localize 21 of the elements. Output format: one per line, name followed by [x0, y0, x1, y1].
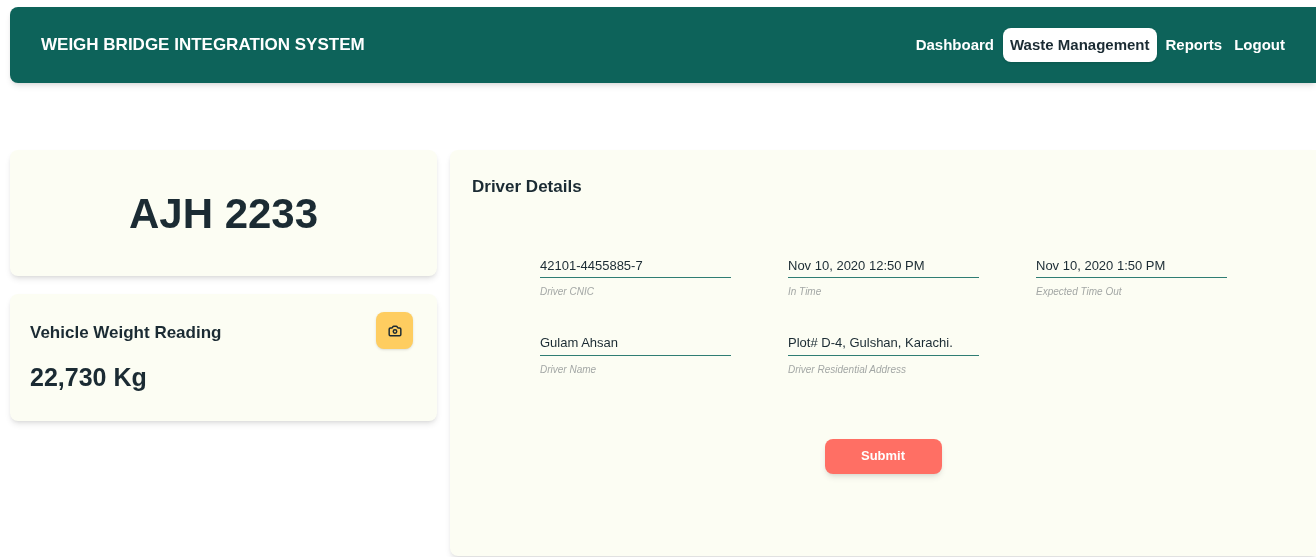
nav-link[interactable]: Logout: [1231, 27, 1288, 63]
app-title: WEIGH BRIDGE INTEGRATION SYSTEM: [41, 34, 365, 57]
nav-link[interactable]: Dashboard: [912, 27, 997, 63]
weight-value: 22,730 Kg: [30, 362, 148, 393]
text-field[interactable]: Plot# D-4, Gulshan, Karachi.: [788, 333, 979, 356]
field-label: Driver Name: [540, 362, 598, 377]
field-label: In Time: [788, 285, 823, 299]
nav-link[interactable]: Reports: [1162, 27, 1226, 63]
text-field[interactable]: 42101-4455885-7: [540, 255, 731, 278]
camera-icon: [387, 323, 402, 338]
weight-title: Vehicle Weight Reading: [30, 322, 222, 344]
text-field[interactable]: Nov 10, 2020 12:50 PM: [788, 255, 979, 278]
camera-button[interactable]: [376, 312, 413, 349]
field-label: Driver Residential Address: [788, 362, 907, 377]
field-label: Expected Time Out: [1036, 285, 1123, 299]
plate-number: AJH 2233: [128, 188, 319, 239]
text-field[interactable]: Nov 10, 2020 1:50 PM: [1036, 255, 1227, 278]
nav-link[interactable]: Waste Management: [1003, 27, 1157, 63]
field-label: Driver CNIC: [540, 285, 595, 299]
text-field[interactable]: Gulam Ahsan: [540, 333, 731, 356]
panel-title: Driver Details: [472, 176, 583, 198]
